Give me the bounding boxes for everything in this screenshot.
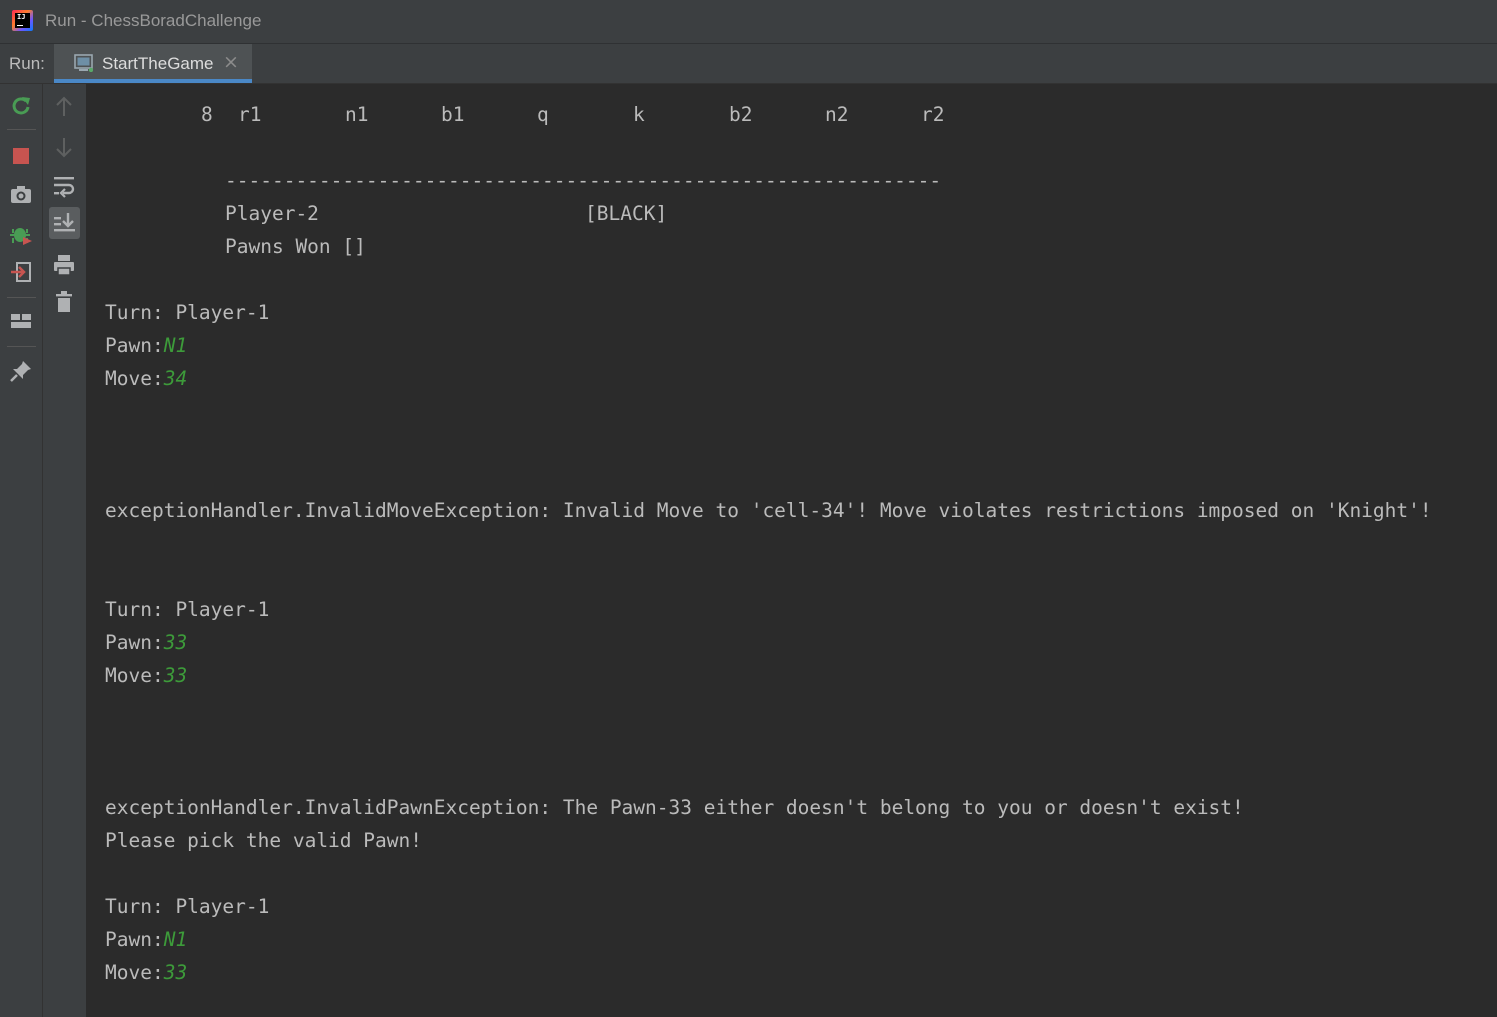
console-actions-toolbar <box>43 84 87 1017</box>
scroll-to-end-icon[interactable] <box>49 207 80 239</box>
pawn-prompt: Pawn:N1 <box>105 334 188 357</box>
board-cell: n2 <box>825 103 849 126</box>
board-cell: b1 <box>441 103 465 126</box>
board-cell: b2 <box>729 103 753 126</box>
board-cell: q <box>537 103 549 126</box>
debug-icon[interactable] <box>9 222 33 246</box>
error-message: exceptionHandler.InvalidPawnException: T… <box>105 796 1244 819</box>
pawns-won: Pawns Won [] <box>225 235 366 258</box>
pawn-prompt: Pawn:33 <box>105 631 188 654</box>
user-input: 33 <box>163 631 188 654</box>
tab-label: StartTheGame <box>102 54 214 73</box>
arrow-down-icon[interactable] <box>51 134 77 160</box>
turn-line: Turn: Player-1 <box>105 598 270 621</box>
console-run-icon <box>74 54 93 72</box>
arrow-up-icon[interactable] <box>51 94 77 120</box>
rank-label: 8 <box>201 103 213 126</box>
user-input: 34 <box>163 367 188 390</box>
user-input: 33 <box>163 961 188 984</box>
camera-icon[interactable] <box>9 182 33 206</box>
pawn-prompt: Pawn:N1 <box>105 928 188 951</box>
title-bar: IJ Run - ChessBoradChallenge <box>0 0 1497 44</box>
run-actions-toolbar <box>0 84 43 1017</box>
trash-icon[interactable] <box>51 289 77 315</box>
pin-icon[interactable] <box>9 359 33 383</box>
exit-icon[interactable] <box>9 260 33 284</box>
run-tool-header: Run: StartTheGame × <box>0 44 1497 84</box>
turn-line: Turn: Player-1 <box>105 895 270 918</box>
board-cell: r1 <box>238 103 262 126</box>
close-tab-icon[interactable]: × <box>223 51 239 73</box>
turn-line: Turn: Player-1 <box>105 301 270 324</box>
error-message: exceptionHandler.InvalidMoveException: I… <box>105 499 1432 522</box>
user-input: N1 <box>163 334 188 357</box>
board-cell: k <box>633 103 645 126</box>
board-cell: r2 <box>921 103 945 126</box>
rerun-icon[interactable] <box>9 94 33 118</box>
error-hint: Please pick the valid Pawn! <box>105 829 422 852</box>
stop-icon[interactable] <box>9 144 33 168</box>
intellij-logo-icon: IJ <box>12 10 33 31</box>
board-divider: ----------------------------------------… <box>225 169 942 192</box>
user-input: N1 <box>163 928 188 951</box>
player-color: [BLACK] <box>585 202 668 225</box>
console-output[interactable]: 8 r1 n1 b1 q k b2 n2 r2 ----------------… <box>87 84 1497 1017</box>
layout-icon[interactable] <box>9 309 33 333</box>
print-icon[interactable] <box>51 252 77 278</box>
move-prompt: Move:33 <box>105 664 188 687</box>
tab-start-the-game[interactable]: StartTheGame × <box>54 44 252 83</box>
move-prompt: Move:34 <box>105 367 188 390</box>
player-name: Player-2 <box>225 202 319 225</box>
window-title: Run - ChessBoradChallenge <box>45 11 262 30</box>
board-cell: n1 <box>345 103 369 126</box>
user-input: 33 <box>163 664 188 687</box>
run-label: Run: <box>9 54 45 73</box>
move-prompt: Move:33 <box>105 961 188 984</box>
soft-wrap-icon[interactable] <box>51 173 77 199</box>
